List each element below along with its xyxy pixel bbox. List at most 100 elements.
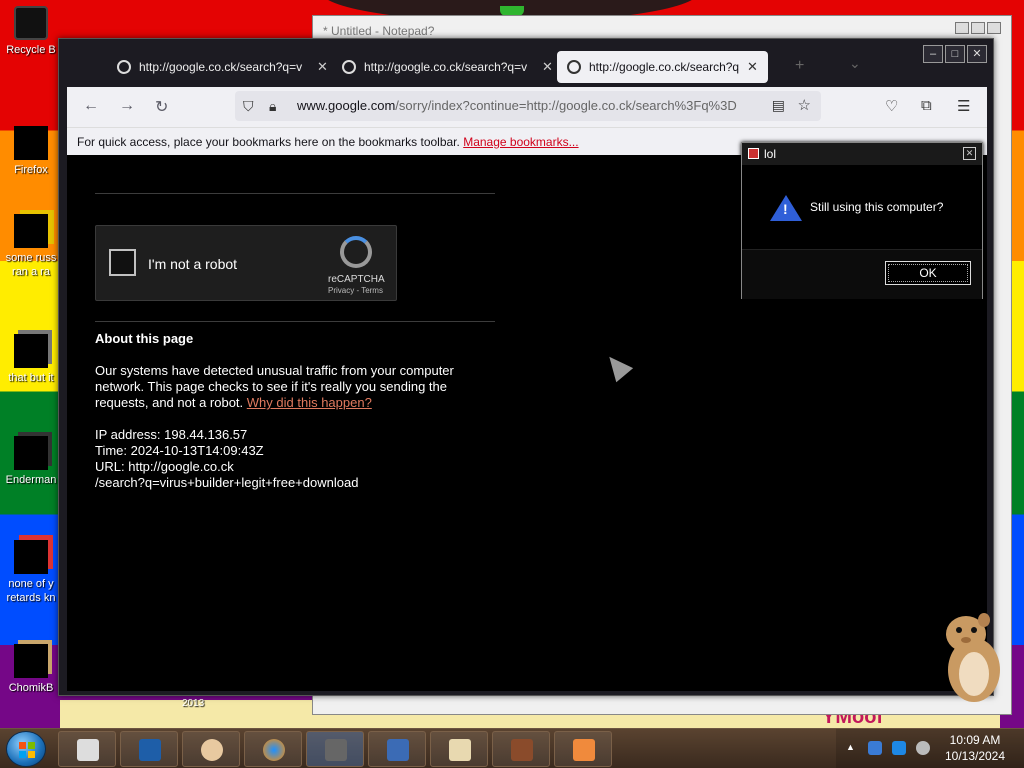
firefox-icon [14, 126, 48, 160]
extensions-icon[interactable]: ⧉ [921, 97, 932, 114]
menu-hamburger-icon[interactable]: ☰ [957, 97, 970, 115]
file-icon [14, 334, 48, 368]
exclamation-icon: ! [783, 201, 788, 217]
tray-expand-icon[interactable]: ▲ [846, 742, 855, 752]
desktop-icon-file-3[interactable]: none of y retards kn [0, 540, 62, 605]
app-icon [201, 739, 223, 761]
recycle-bin-icon [14, 6, 48, 40]
taskbar-app-1[interactable] [58, 731, 116, 767]
lock-icon[interactable]: 🔒︎ [269, 98, 276, 115]
url-text[interactable]: www.google.com/sorry/index?continue=http… [297, 98, 763, 113]
windows-logo-icon [19, 742, 35, 758]
shield-icon[interactable]: ⛉ [243, 98, 254, 115]
recaptcha-label: I'm not a robot [148, 256, 238, 272]
ip-address: IP address: 198.44.136.57 [95, 427, 248, 442]
new-tab-icon[interactable]: + [795, 57, 804, 75]
calculator-icon [325, 739, 347, 761]
desktop-icon-file-1[interactable]: some russ ran a ra [0, 214, 62, 279]
ok-button[interactable]: OK [885, 261, 971, 285]
tab-3-active[interactable]: G http://google.co.ck/search?q=v ✕ [557, 51, 768, 83]
message-dialog[interactable]: lol ✕ ! Still using this computer? OK [741, 142, 983, 299]
dialog-message: Still using this computer? [810, 200, 944, 214]
tray-app-icon[interactable] [868, 741, 882, 755]
close-tab-icon[interactable]: ✕ [747, 59, 758, 75]
close-tab-icon[interactable]: ✕ [542, 59, 553, 75]
taskbar-app-active[interactable] [306, 731, 364, 767]
media-player-icon [139, 739, 161, 761]
network-icon[interactable] [892, 741, 906, 755]
manage-bookmarks-link[interactable]: Manage bookmarks... [463, 135, 578, 149]
app-icon [449, 739, 471, 761]
taskbar-app-paint[interactable] [368, 731, 426, 767]
taskbar-app-3[interactable] [182, 731, 240, 767]
desktop-icon-file-2[interactable]: that but it [0, 334, 62, 385]
browser-window[interactable]: G http://google.co.ck/search?q=v ✕ G htt… [58, 38, 994, 696]
close-button[interactable]: ✕ [967, 45, 987, 63]
reader-view-icon[interactable]: ▤ [772, 97, 785, 114]
about-section: About this page Our systems have detecte… [95, 331, 495, 491]
recaptcha-privacy-terms[interactable]: Privacy - Terms [328, 286, 383, 295]
app-icon [511, 739, 533, 761]
window-controls: – □ ✕ [923, 45, 987, 63]
recaptcha-brand: reCAPTCHA [328, 274, 385, 285]
notepad-title: * Untitled - Notepad? [323, 24, 435, 38]
maximize-button[interactable] [971, 22, 985, 34]
close-tab-icon[interactable]: ✕ [317, 59, 328, 75]
desktop-icon-enderman[interactable]: Enderman [0, 436, 62, 487]
taskbar-app-firefox[interactable] [244, 731, 302, 767]
tab-2[interactable]: G http://google.co.ck/search?q=v ✕ [332, 51, 563, 83]
close-icon[interactable]: ✕ [963, 147, 976, 160]
url-bar[interactable]: ⛉ 🔒︎ www.google.com/sorry/index?continue… [235, 91, 821, 121]
navigation-toolbar: ← → ↻ ⛉ 🔒︎ www.google.com/sorry/index?co… [67, 87, 987, 127]
start-button[interactable] [6, 731, 46, 767]
clock-time: 10:09 AM [949, 733, 1001, 747]
minimize-button[interactable] [955, 22, 969, 34]
recaptcha-checkbox[interactable] [109, 249, 136, 276]
request-details: IP address: 198.44.136.57 Time: 2024-10-… [95, 427, 495, 491]
hamster-sticker-icon [946, 613, 1000, 702]
about-paragraph: Our systems have detected unusual traffi… [95, 363, 454, 410]
tab-bar: G http://google.co.ck/search?q=v ✕ G htt… [59, 39, 993, 87]
divider [95, 321, 495, 322]
taskbar: ▲ 10:09 AM 10/13/2024 [0, 728, 1024, 768]
app-icon [14, 436, 48, 470]
google-favicon-icon: G [117, 60, 131, 74]
bookmark-star-icon[interactable]: ☆ [798, 96, 811, 114]
back-arrow-icon[interactable]: ← [83, 97, 99, 115]
pocket-icon[interactable]: ♡ [885, 97, 898, 115]
about-heading: About this page [95, 331, 194, 346]
url-line-1: URL: http://google.co.ck [95, 459, 234, 474]
clock-date: 10/13/2024 [944, 749, 1006, 763]
close-button[interactable] [987, 22, 1001, 34]
file-icon [14, 214, 48, 248]
volume-icon[interactable] [916, 741, 930, 755]
minimize-button[interactable]: – [923, 45, 943, 63]
desktop-icon-recycle-bin[interactable]: Recycle B [0, 6, 62, 57]
maximize-button[interactable]: □ [945, 45, 965, 63]
recaptcha-logo-icon [340, 236, 372, 268]
url-line-2: /search?q=virus+builder+legit+free+downl… [95, 475, 359, 490]
hamster-app-icon [14, 644, 48, 678]
app-icon [748, 148, 759, 159]
taskbar-app-2[interactable] [120, 731, 178, 767]
dialog-title: lol [742, 143, 982, 165]
firefox-icon [263, 739, 285, 761]
desktop-icon-firefox[interactable]: Firefox [0, 126, 62, 177]
tab-1[interactable]: G http://google.co.ck/search?q=v ✕ [107, 51, 338, 83]
wallpaper-text: 2013 [182, 698, 205, 709]
notepad-window-controls [955, 22, 1001, 34]
taskbar-app-6[interactable] [492, 731, 550, 767]
google-favicon-icon: G [567, 60, 581, 74]
taskbar-app-notepad[interactable] [554, 731, 612, 767]
desktop-icon-chomik[interactable]: ChomikB [0, 644, 62, 695]
why-link[interactable]: Why did this happen? [247, 395, 372, 410]
forward-arrow-icon[interactable]: → [119, 97, 135, 115]
reload-icon[interactable]: ↻ [155, 97, 168, 117]
timestamp: Time: 2024-10-13T14:09:43Z [95, 443, 264, 458]
list-tabs-chevron-icon[interactable]: ⌄ [849, 55, 861, 72]
taskbar-app-5[interactable] [430, 731, 488, 767]
app-icon [77, 739, 99, 761]
paint-icon [387, 739, 409, 761]
google-favicon-icon: G [342, 60, 356, 74]
clock[interactable]: 10:09 AM 10/13/2024 [940, 732, 1010, 764]
